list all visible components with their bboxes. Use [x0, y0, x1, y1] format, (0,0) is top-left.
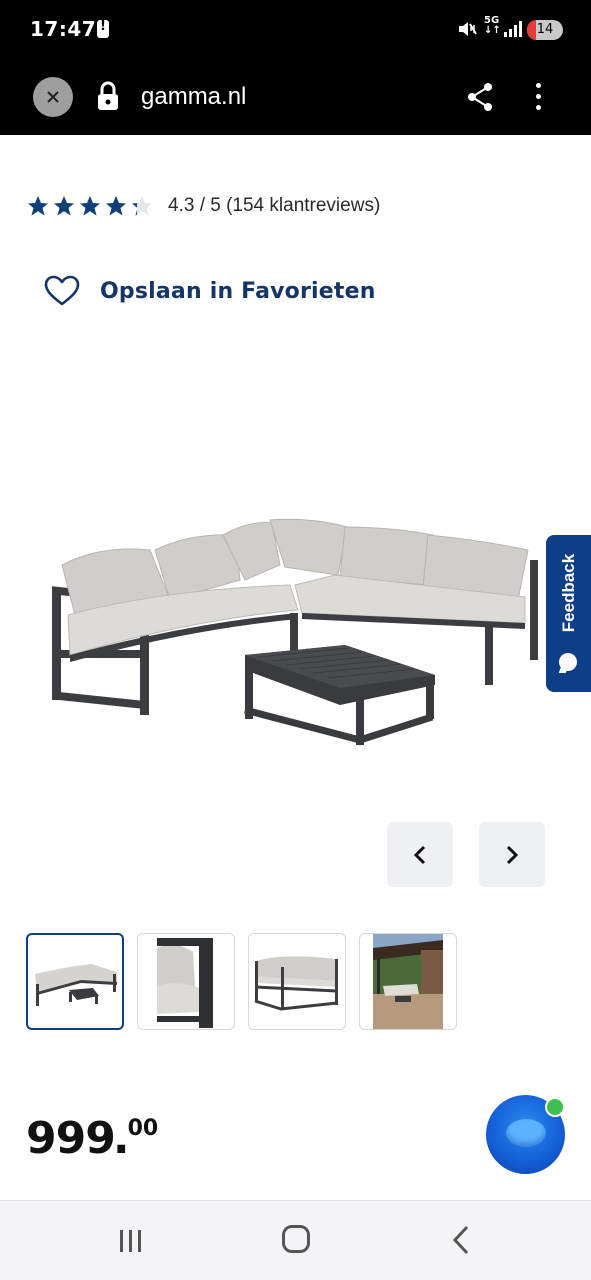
chevron-left-icon — [413, 845, 426, 864]
page-content: 4.3 / 5 (154 klantreviews) Opslaan in Fa… — [0, 135, 591, 1200]
product-title-clipped — [22, 135, 182, 141]
recents-icon[interactable] — [118, 1229, 144, 1253]
browser-toolbar: gamma.nl — [0, 60, 591, 135]
url-field[interactable]: gamma.nl — [141, 83, 246, 111]
image-next-button[interactable] — [479, 822, 545, 887]
system-nav-bar — [0, 1200, 591, 1280]
mute-icon — [459, 22, 477, 36]
share-icon[interactable] — [466, 82, 494, 112]
feedback-tab[interactable]: Feedback — [546, 535, 591, 692]
back-icon[interactable] — [451, 1225, 471, 1255]
home-icon[interactable] — [282, 1225, 310, 1253]
signal-icon — [504, 21, 522, 37]
thumb-sofa-side-image — [254, 955, 338, 1011]
thumb-overview-image — [35, 963, 117, 1006]
rating-row[interactable]: 4.3 / 5 (154 klantreviews) — [26, 191, 380, 221]
heart-icon — [44, 275, 80, 306]
battery-indicator: 14 — [527, 20, 563, 40]
more-vert-icon[interactable] — [530, 80, 546, 114]
product-price: 999 . 00 — [26, 1113, 158, 1165]
chevron-right-icon — [506, 845, 519, 864]
thumb-sofa-side[interactable] — [248, 933, 346, 1030]
star-filled-icon — [106, 196, 126, 216]
chat-bubble-icon — [559, 653, 577, 671]
star-rating — [26, 194, 154, 218]
rating-summary[interactable]: 4.3 / 5 (154 klantreviews) — [168, 195, 380, 217]
status-bar: 17:47 5G↓↑ 14 — [0, 0, 591, 60]
image-prev-button[interactable] — [387, 822, 453, 887]
thumb-detail-corner-image — [155, 937, 213, 1028]
star-filled-icon — [54, 196, 74, 216]
status-time: 17:47 — [30, 17, 97, 41]
alert-icon — [97, 19, 109, 38]
product-main-image[interactable] — [40, 505, 550, 775]
thumbnail-strip — [26, 933, 457, 1030]
save-favorite-label: Opslaan in Favorieten — [100, 278, 376, 304]
feedback-label: Feedback — [558, 553, 578, 633]
save-favorite-button[interactable]: Opslaan in Favorieten — [44, 275, 376, 307]
star-partial-icon — [132, 196, 152, 216]
price-main: 999 — [26, 1113, 116, 1164]
close-icon — [47, 91, 59, 103]
price-cents: 00 — [127, 1116, 159, 1141]
thumb-lifestyle-image — [373, 934, 443, 1029]
thumb-overview[interactable] — [26, 933, 124, 1030]
network-type: 5G ↓↑ — [484, 15, 501, 36]
thumb-detail-corner[interactable] — [137, 933, 235, 1030]
star-filled-icon — [80, 196, 100, 216]
lock-icon[interactable] — [96, 80, 120, 112]
thumb-lifestyle[interactable] — [359, 933, 457, 1030]
star-filled-icon — [28, 196, 48, 216]
close-tab-button[interactable] — [33, 77, 73, 117]
assistant-icon — [506, 1119, 546, 1147]
online-status-dot — [545, 1097, 565, 1117]
